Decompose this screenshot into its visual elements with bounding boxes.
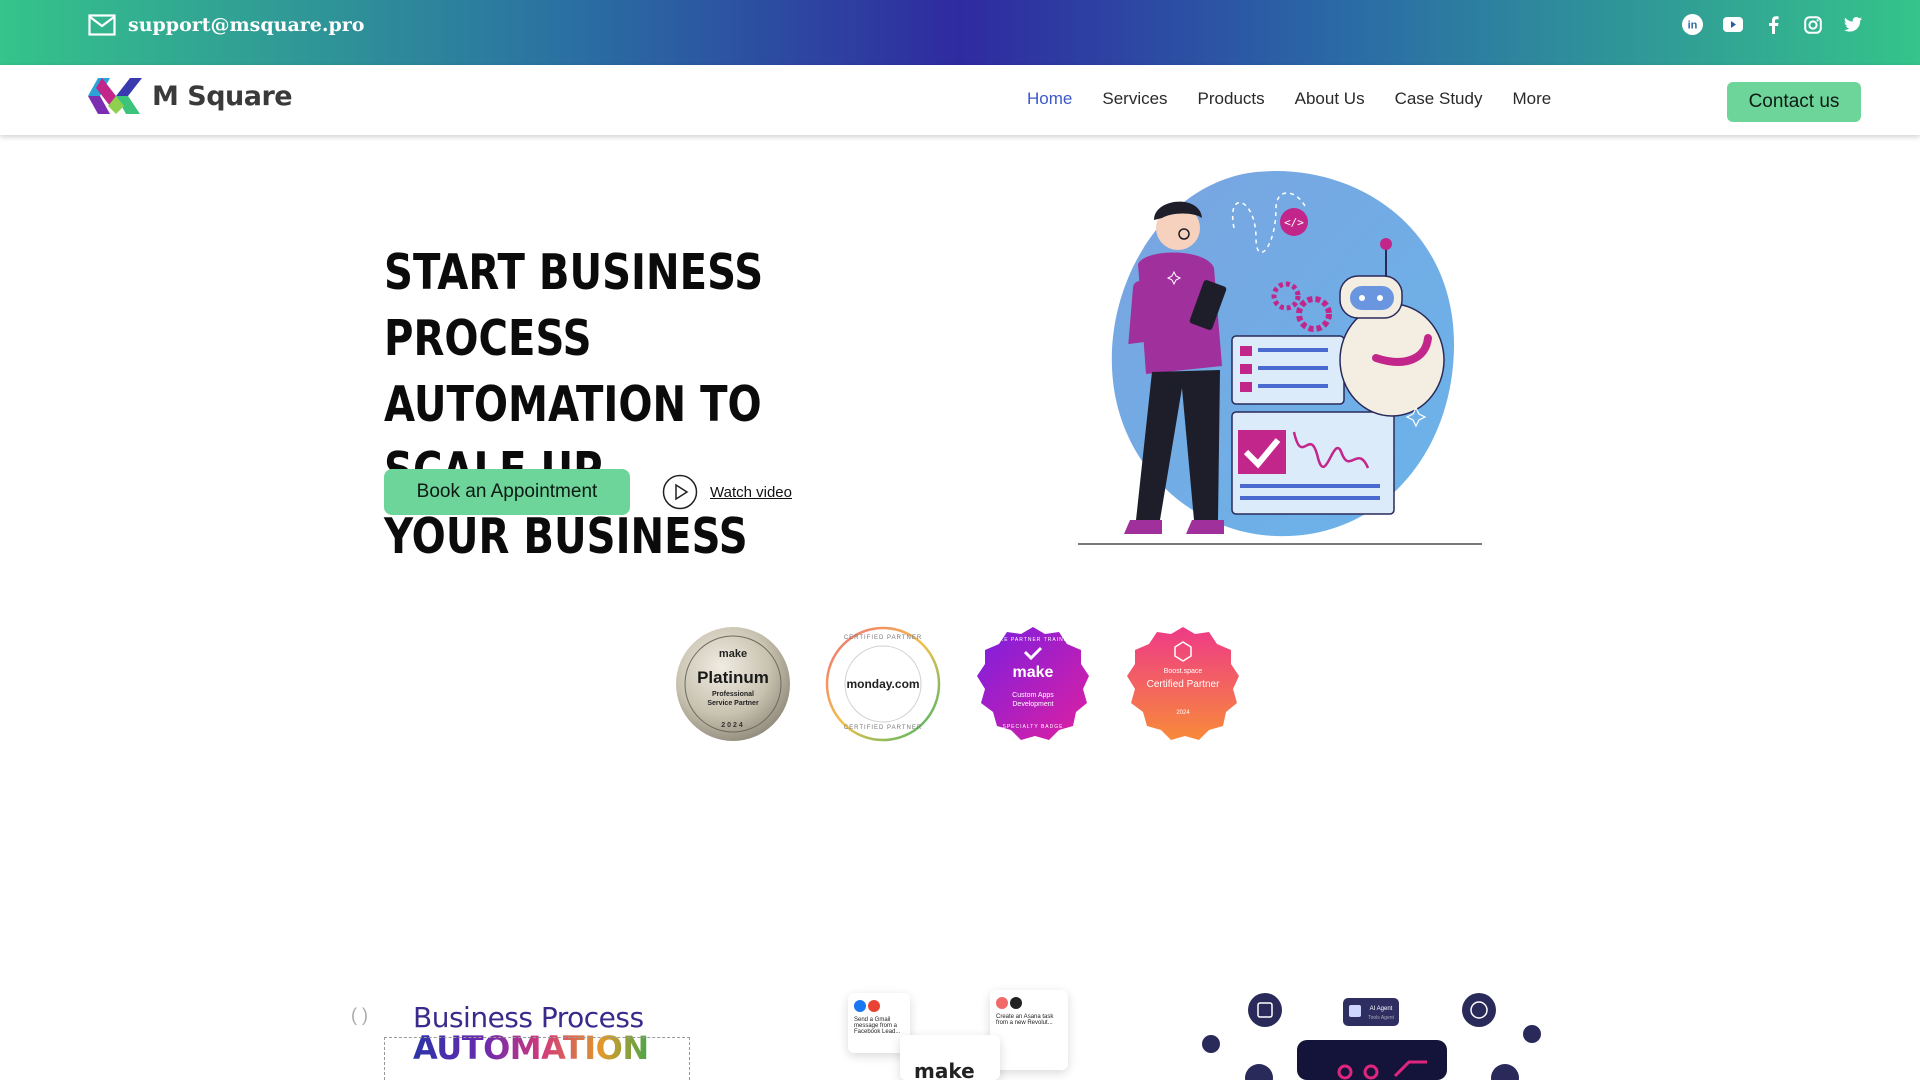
scenario-card-asana: Create an Asana task from a new Revolut.… [990, 990, 1068, 1070]
badge-title: Certified Partner [1146, 679, 1220, 690]
twitter-icon[interactable] [1841, 13, 1864, 36]
make-logo-card: make [900, 1035, 1000, 1080]
nav-menu: Home Services Products About Us Case Stu… [1027, 89, 1551, 109]
badge-ring-top: MAKE PARTNER TRAINING [990, 637, 1076, 643]
scenario-card-text: Send a Gmail message from a Facebook Lea… [854, 1017, 901, 1035]
badge-brand: make [718, 648, 748, 660]
make-logo-text: make [914, 1059, 975, 1080]
make-scenario-cards-graphic: Send a Gmail message from a Facebook Lea… [848, 985, 1078, 1080]
badge-ring-bottom: SPECIALTY BADGE [1002, 724, 1064, 730]
make-custom-apps-badge: MAKE PARTNER TRAINING make Custom Apps D… [975, 626, 1091, 742]
badge-year: 2024 [721, 722, 745, 729]
brand-logo[interactable]: M Square [88, 78, 293, 114]
automation-illustration: </> [1078, 171, 1482, 545]
badge-sub-1: Custom Apps [1012, 692, 1054, 699]
scenario-card-text: Create an Asana task from a new Revolut.… [996, 1014, 1054, 1026]
agent-sub: Tools Agent [1368, 1015, 1394, 1021]
badge-sub-2: Service Partner [707, 700, 759, 707]
badge-brand: Boost.space [1163, 668, 1203, 675]
nav-item-services[interactable]: Services [1102, 89, 1167, 109]
mail-icon [88, 14, 116, 36]
watch-video-link[interactable]: Watch video [662, 474, 792, 510]
msquare-logo-icon [88, 78, 142, 114]
badge-sub-2: Development [1012, 701, 1054, 708]
support-email-link[interactable]: support@msquare.pro [88, 14, 364, 36]
bpa-dashed-frame [384, 1037, 690, 1080]
badge-brand: monday.com [846, 677, 920, 691]
carousel-bracket: ( ) [351, 1005, 368, 1025]
monday-certified-partner-badge: CERTIFIED PARTNER monday.com CERTIFIED P… [825, 626, 941, 742]
hero-heading-line-1: START BUSINESS PROCESS [384, 244, 764, 367]
linkedin-icon[interactable]: in [1681, 13, 1704, 36]
partner-badges: make Platinum Professional Service Partn… [675, 626, 1245, 742]
brand-name: M Square [152, 80, 293, 112]
nav-item-case-study[interactable]: Case Study [1395, 89, 1483, 109]
badge-sub-1: Professional [711, 691, 754, 698]
youtube-icon[interactable] [1721, 13, 1744, 36]
book-appointment-button[interactable]: Book an Appointment [384, 469, 630, 515]
play-icon[interactable] [662, 474, 698, 510]
nav-item-home[interactable]: Home [1027, 89, 1072, 109]
badge-year: 2024 [1176, 710, 1190, 716]
boost-space-certified-badge: Boost.space Certified Partner 2024 [1125, 626, 1241, 742]
agent-label: AI Agent [1370, 1006, 1393, 1012]
badge-title: Platinum [697, 668, 769, 687]
support-email[interactable]: support@msquare.pro [128, 14, 364, 36]
top-contact-bar: support@msquare.pro in [0, 0, 1920, 65]
badge-brand: make [1012, 664, 1054, 681]
ai-agent-integrations-graphic: AI Agent Tools Agent [1202, 993, 1541, 1080]
make-platinum-badge: make Platinum Professional Service Partn… [675, 626, 791, 742]
facebook-icon[interactable] [1761, 13, 1784, 36]
watch-video-label[interactable]: Watch video [710, 484, 792, 501]
badge-ring-bottom: CERTIFIED PARTNER [843, 725, 923, 731]
contact-us-button[interactable]: Contact us [1727, 82, 1861, 122]
nav-item-about-us[interactable]: About Us [1295, 89, 1365, 109]
business-process-automation-graphic: ( ) Business Process AUTOMATION [351, 993, 710, 1080]
asana-revolut-icon [996, 997, 1022, 1009]
main-navigation: M Square Home Services Products About Us… [0, 65, 1920, 135]
nav-item-products[interactable]: Products [1198, 89, 1265, 109]
social-links: in [1681, 13, 1864, 36]
badge-ring-top: CERTIFIED PARTNER [843, 635, 923, 641]
svg-text:in: in [1688, 20, 1698, 32]
svg-text:</>: </> [1284, 216, 1304, 229]
facebook-gmail-icon [854, 1000, 880, 1012]
instagram-icon[interactable] [1801, 13, 1824, 36]
nav-item-more[interactable]: More [1512, 89, 1551, 109]
hero-heading: START BUSINESS PROCESS AUTOMATION TO SCA… [384, 240, 843, 570]
